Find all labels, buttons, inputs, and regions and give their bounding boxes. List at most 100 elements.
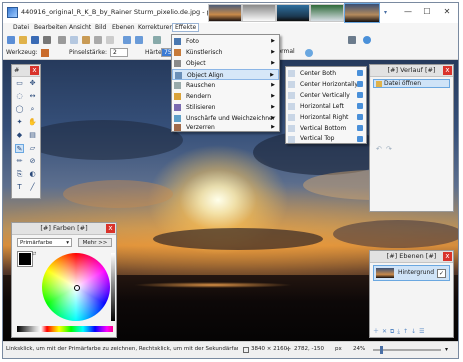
recolor-icon[interactable]: ◐ xyxy=(28,170,37,179)
image-thumbnail[interactable] xyxy=(310,4,344,22)
menu-item-stilisieren[interactable]: Stilisieren ▶ xyxy=(172,102,279,113)
delete-layer-icon[interactable]: ✕ xyxy=(382,328,390,335)
primary-color-select[interactable]: Primärfarbe ▾ xyxy=(17,238,72,247)
menu-item-label: Künstlerisch xyxy=(186,49,223,56)
menu-item-label: Rendern xyxy=(186,93,212,100)
help-icon[interactable] xyxy=(363,36,371,44)
image-thumbnail[interactable] xyxy=(242,4,276,22)
move-selection-icon[interactable]: ✥ xyxy=(28,79,37,88)
menu-effekte[interactable]: Effekte xyxy=(172,23,200,32)
zoom-icon[interactable]: ⌕ xyxy=(28,105,37,114)
zoom-slider-thumb[interactable] xyxy=(380,346,383,354)
magic-wand-icon[interactable]: ✦ xyxy=(15,118,24,127)
save-icon[interactable] xyxy=(31,36,39,44)
history-item[interactable]: Datei öffnen xyxy=(373,79,450,88)
line-icon[interactable]: ╱ xyxy=(28,183,37,192)
menu-korrekturen[interactable]: Korrekturen xyxy=(138,24,173,31)
text-icon[interactable]: T xyxy=(15,183,24,192)
swap-colors-icon[interactable]: ⇄ xyxy=(32,251,36,257)
grid-icon[interactable] xyxy=(153,36,161,44)
layer-name: Hintergrund xyxy=(398,269,435,276)
brightness-slider[interactable] xyxy=(111,253,115,321)
paint-bucket-icon[interactable]: ◆ xyxy=(15,131,24,140)
dock-icon[interactable]: # xyxy=(14,66,19,74)
new-file-icon[interactable] xyxy=(7,36,15,44)
antialias-icon[interactable] xyxy=(305,49,313,57)
align-horizontal-right[interactable]: Horizontal Right xyxy=(286,112,366,123)
print-icon[interactable] xyxy=(43,36,51,44)
align-center-both[interactable]: Center Both xyxy=(286,68,366,79)
crop-icon[interactable] xyxy=(94,36,102,44)
align-center-vertically[interactable]: Center Vertically xyxy=(286,90,366,101)
move-icon[interactable]: ↔ xyxy=(28,92,37,101)
chevron-down-icon[interactable]: ▾ xyxy=(384,9,387,16)
layer-properties-icon[interactable]: ☰ xyxy=(419,328,427,335)
history-panel-close-button[interactable]: x xyxy=(443,66,452,75)
add-layer-icon[interactable]: ＋ xyxy=(373,328,382,335)
gradient-icon[interactable]: ▤ xyxy=(28,131,37,140)
menu-item-object[interactable]: Object ▶ xyxy=(172,58,279,69)
minimize-button[interactable]: — xyxy=(401,6,415,18)
clone-stamp-icon[interactable]: ⎘ xyxy=(15,170,24,179)
menu-item-rauschen[interactable]: Rauschen ▶ xyxy=(172,80,279,91)
chevron-down-icon[interactable]: ▾ xyxy=(445,346,448,353)
paintbrush-icon[interactable] xyxy=(41,49,49,57)
menu-item-verzerren[interactable]: Verzerren ▶ xyxy=(172,123,279,132)
palette-strip[interactable] xyxy=(17,326,113,332)
image-thumbnail[interactable] xyxy=(276,4,310,22)
layers-panel-close-button[interactable]: x xyxy=(443,252,452,261)
pan-icon[interactable]: ✋ xyxy=(28,118,37,127)
maximize-button[interactable]: ☐ xyxy=(420,6,434,18)
align-vertical-bottom[interactable]: Vertical Bottom xyxy=(286,123,366,134)
primary-color-swatch[interactable] xyxy=(18,252,32,266)
unit-select[interactable]: px xyxy=(335,346,342,352)
menu-datei[interactable]: Datei xyxy=(13,24,29,31)
move-layer-up-icon[interactable]: ↑ xyxy=(403,328,411,335)
menu-item-foto[interactable]: Foto ▶ xyxy=(172,36,279,47)
open-file-icon[interactable] xyxy=(19,36,27,44)
image-thumbnail[interactable] xyxy=(208,4,242,22)
align-arrows-icon xyxy=(288,92,295,99)
undo-icon[interactable] xyxy=(123,36,131,44)
align-center-horizontally[interactable]: Center Horizontally xyxy=(286,79,366,90)
menu-ebenen[interactable]: Ebenen xyxy=(112,24,135,31)
eraser-icon[interactable]: ▱ xyxy=(28,144,37,153)
pencil-icon[interactable]: ✏ xyxy=(15,157,24,166)
color-picker-icon[interactable]: ⊘ xyxy=(28,157,37,166)
color-wheel-cursor[interactable] xyxy=(74,285,80,291)
brush-width-input[interactable]: 2 xyxy=(110,48,128,57)
paste-icon[interactable] xyxy=(82,36,90,44)
ellipse-select-icon[interactable]: ◯ xyxy=(15,105,24,114)
history-redo-icon[interactable]: ↷ xyxy=(386,145,392,153)
align-vertical-top[interactable]: Vertical Top xyxy=(286,134,366,144)
layer-visibility-checkbox[interactable]: ✓ xyxy=(437,269,446,278)
menu-item-label: Foto xyxy=(186,38,199,45)
menu-bild[interactable]: Bild xyxy=(95,24,106,31)
deselect-icon[interactable] xyxy=(106,36,114,44)
close-button[interactable]: ✕ xyxy=(440,6,454,18)
copy-icon[interactable] xyxy=(70,36,78,44)
colors-panel-close-button[interactable]: x xyxy=(106,224,115,233)
rectangle-select-icon[interactable]: ▭ xyxy=(15,79,24,88)
menu-item-object-align[interactable]: Object Align ▶ xyxy=(172,69,279,80)
layer-row[interactable]: Hintergrund ✓ xyxy=(373,265,450,281)
history-undo-icon[interactable]: ↶ xyxy=(376,145,382,153)
image-thumbnail-active[interactable] xyxy=(344,3,380,23)
lasso-icon[interactable]: ◌ xyxy=(15,92,24,101)
move-layer-down-icon[interactable]: ↓ xyxy=(411,328,419,335)
plugin-icon xyxy=(357,92,363,98)
align-horizontal-left[interactable]: Horizontal Left xyxy=(286,101,366,112)
tools-panel-close-button[interactable]: x xyxy=(30,66,39,75)
history-panel: [#] Verlauf [#] x Datei öffnen ↶ ↷ xyxy=(369,64,454,212)
zoom-level[interactable]: 24% xyxy=(353,346,365,352)
paintbrush-tool-icon[interactable]: ✎ xyxy=(15,144,24,153)
menu-ansicht[interactable]: Ansicht xyxy=(69,24,91,31)
menu-item-kuenstlerisch[interactable]: Künstlerisch ▶ xyxy=(172,47,279,58)
zoom-slider[interactable] xyxy=(373,346,441,354)
more-colors-button[interactable]: Mehr >> xyxy=(78,238,112,247)
redo-icon[interactable] xyxy=(135,36,143,44)
settings-icon[interactable] xyxy=(348,36,356,44)
cut-icon[interactable] xyxy=(58,36,66,44)
menu-item-rendern[interactable]: Rendern ▶ xyxy=(172,91,279,102)
menu-bearbeiten[interactable]: Bearbeiten xyxy=(34,24,67,31)
